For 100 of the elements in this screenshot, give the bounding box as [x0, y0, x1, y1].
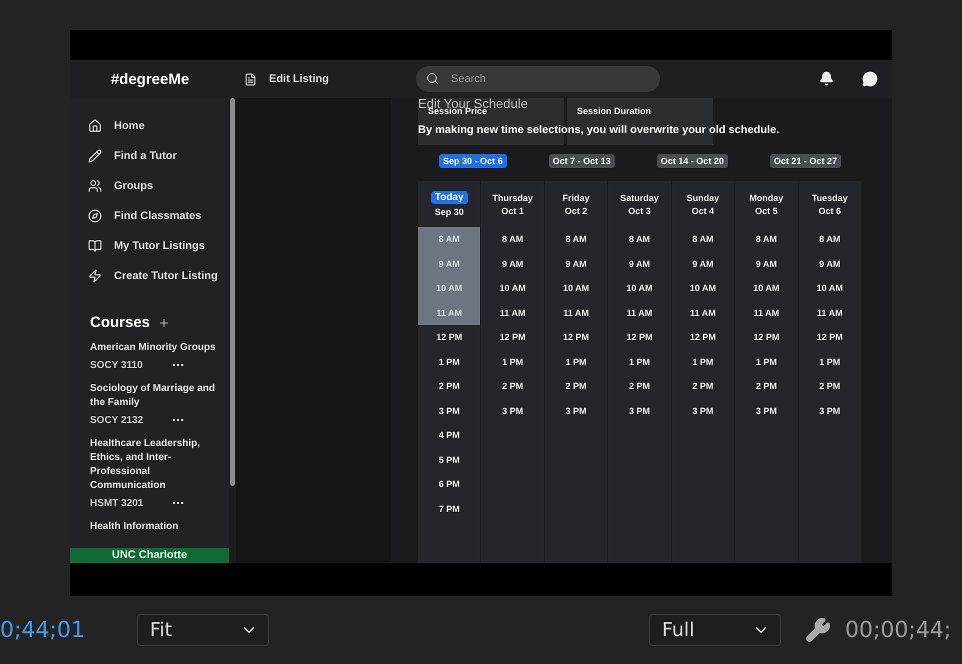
school-banner: UNC Charlotte [70, 548, 229, 563]
day-date: Oct 1 [501, 206, 524, 216]
time-slot[interactable]: 8 AM [481, 227, 544, 252]
time-slot[interactable]: 2 PM [608, 374, 671, 398]
time-slot[interactable]: 11 AM [481, 300, 544, 325]
search-field[interactable]: Search [416, 66, 660, 92]
time-slot[interactable]: 6 PM [418, 472, 480, 496]
settings-icon[interactable] [805, 617, 831, 643]
time-slot[interactable]: 2 PM [544, 374, 608, 398]
time-slot[interactable]: 11 AM [735, 300, 798, 325]
week-tab[interactable]: Oct 14 - Oct 20 [656, 154, 728, 168]
nav-item[interactable]: Home [88, 116, 229, 136]
time-slot[interactable]: 12 PM [481, 325, 544, 350]
nav-item[interactable]: Create Tutor Listing [88, 266, 229, 286]
time-slot[interactable]: 9 AM [798, 252, 861, 276]
time-slot[interactable]: 3 PM [608, 398, 671, 423]
time-slot[interactable]: 8 AM [735, 227, 798, 252]
time-slot[interactable]: 9 AM [608, 252, 671, 276]
time-slot[interactable]: 8 AM [608, 227, 671, 252]
time-slot[interactable]: 1 PM [735, 350, 798, 374]
time-slot[interactable]: 3 PM [735, 398, 798, 423]
time-slot[interactable]: 12 PM [798, 325, 861, 350]
time-slot[interactable]: 12 PM [672, 325, 734, 350]
time-slot[interactable]: 12 PM [544, 325, 608, 350]
pencil-icon [88, 149, 102, 163]
time-slot[interactable]: 8 AM [544, 227, 608, 252]
time-slot[interactable]: 10 AM [608, 276, 671, 300]
nav-item[interactable]: Find a Tutor [88, 146, 229, 166]
time-slot[interactable]: 2 PM [418, 374, 480, 398]
nav-item[interactable]: My Tutor Listings [88, 236, 229, 256]
time-slot[interactable]: 11 AM [672, 300, 734, 325]
time-slot[interactable]: 1 PM [608, 350, 671, 374]
time-slot[interactable]: 3 PM [544, 398, 608, 423]
time-slot[interactable]: 11 AM [798, 300, 861, 325]
day-date: Oct 4 [692, 206, 714, 216]
time-slot[interactable]: 10 AM [798, 276, 861, 300]
day-name: Sunday [686, 192, 720, 202]
time-slot[interactable]: 5 PM [418, 448, 480, 472]
time-slot[interactable]: 10 AM [481, 276, 544, 300]
time-slot[interactable]: 9 AM [481, 252, 544, 276]
day-name: Tuesday [812, 192, 848, 202]
time-slot[interactable]: 2 PM [798, 374, 861, 398]
time-slot[interactable]: 10 AM [672, 276, 734, 300]
time-slot[interactable]: 9 AM [544, 252, 608, 276]
add-icon[interactable] [158, 316, 170, 328]
time-slot[interactable]: 1 PM [544, 350, 608, 374]
day-name: Friday [562, 192, 590, 202]
course-code: SOCY 2132 [90, 414, 144, 426]
search-icon [426, 72, 439, 85]
zoom-dropdown[interactable]: Fit [136, 614, 269, 646]
time-slot[interactable]: 10 AM [735, 276, 798, 300]
lightning-icon [88, 269, 102, 283]
time-slot[interactable]: 12 PM [608, 325, 671, 350]
course-name[interactable]: Sociology of Marriage and the Family [90, 382, 221, 410]
time-slot[interactable]: 1 PM [418, 350, 480, 374]
time-slot[interactable]: 10 AM [544, 276, 608, 300]
time-slot[interactable]: 3 PM [481, 398, 544, 423]
time-slot[interactable]: 11 AM [544, 300, 608, 325]
time-slot[interactable]: 3 PM [798, 398, 861, 423]
week-tab[interactable]: Sep 30 - Oct 6 [439, 154, 507, 168]
time-slot[interactable]: 7 PM [418, 496, 480, 521]
logo[interactable]: #degreeMe [70, 70, 230, 88]
time-slot[interactable]: 3 PM [418, 398, 480, 423]
time-slot[interactable]: 12 PM [735, 325, 798, 350]
course-code: SOCY 3110 [90, 360, 143, 370]
time-slot[interactable]: 1 PM [481, 350, 544, 374]
time-slot[interactable]: 12 PM [418, 325, 480, 350]
nav-item[interactable]: Find Classmates [88, 206, 229, 226]
course-name[interactable]: Healthcare Leadership, Ethics, and Inter-Professional Communication [90, 437, 221, 493]
nav-item[interactable]: Groups [88, 176, 229, 196]
week-tab[interactable]: Oct 7 - Oct 13 [548, 154, 615, 168]
page-title: Edit Listing [269, 73, 329, 85]
time-slot[interactable]: 1 PM [672, 350, 734, 374]
notice-text: By making new time selections, you will overwrite your old schedule. [418, 124, 780, 136]
current-timecode: 0;44;01 [0, 618, 85, 642]
time-slot[interactable]: 11 AM [608, 300, 671, 325]
quality-dropdown[interactable]: Full [649, 614, 781, 646]
time-slot[interactable]: 2 PM [672, 374, 734, 398]
scrollbar-thumb[interactable] [230, 98, 235, 486]
time-slot[interactable]: 9 AM [672, 252, 734, 276]
time-slot[interactable]: 8 AM [672, 227, 734, 252]
day-date: Oct 6 [818, 206, 841, 216]
day-date: Oct 3 [628, 206, 651, 216]
chat-icon[interactable] [862, 71, 878, 87]
course-name[interactable]: Health Information [90, 520, 221, 534]
week-tab[interactable]: Oct 21 - Oct 27 [770, 154, 841, 168]
time-slot[interactable]: 1 PM [798, 350, 861, 374]
time-slot[interactable]: 9 AM [735, 252, 798, 276]
time-slot[interactable]: 2 PM [735, 374, 798, 398]
time-slot[interactable]: 3 PM [672, 398, 734, 423]
time-slot[interactable]: 4 PM [418, 423, 480, 448]
document-icon [244, 72, 257, 86]
course-code: HSMT 3201 [90, 498, 144, 508]
courses-heading: Courses [90, 314, 150, 331]
day-name: Thursday [492, 192, 533, 202]
notification-icon[interactable] [819, 71, 834, 86]
time-slot[interactable]: 2 PM [481, 374, 544, 398]
home-icon [88, 119, 102, 133]
course-name[interactable]: American Minority Groups [90, 341, 221, 355]
time-slot[interactable]: 8 AM [798, 227, 861, 252]
